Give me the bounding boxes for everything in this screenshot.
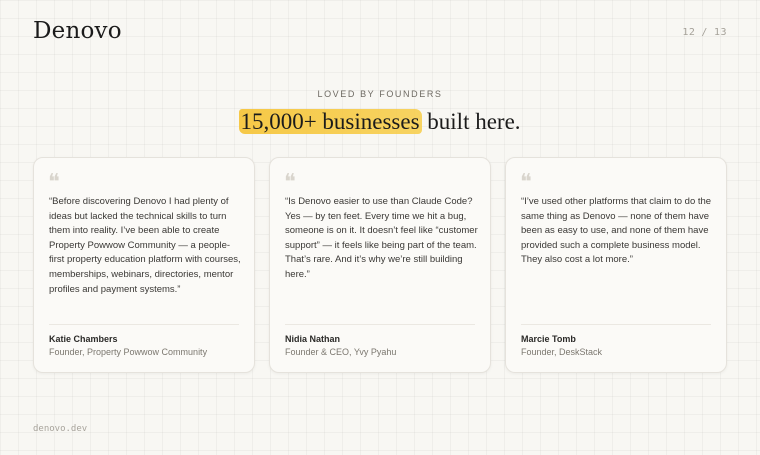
- card-divider: [49, 324, 239, 325]
- quote-icon: ❝: [48, 170, 60, 195]
- testimonial-card: ❝ “Before discovering Denovo I had plent…: [33, 157, 255, 373]
- testimonial-author: Katie Chambers: [49, 334, 118, 344]
- quote-icon: ❝: [520, 170, 532, 195]
- testimonial-role: Founder, DeskStack: [521, 347, 603, 357]
- testimonial-card: ❝ “I’ve used other platforms that claim …: [505, 157, 727, 373]
- brand-logo: Denovo: [33, 18, 122, 44]
- testimonial-card: ❝ “Is Denovo easier to use than Claude C…: [269, 157, 491, 373]
- testimonial-author: Marcie Tomb: [521, 334, 576, 344]
- section-headline: 15,000+ businesses built here.: [0, 109, 760, 135]
- testimonial-quote: “Before discovering Denovo I had plenty …: [49, 196, 241, 295]
- current-slide: 12: [682, 27, 696, 38]
- slide-counter: 12 / 13: [682, 27, 727, 38]
- headline-highlight: 15,000+ businesses: [239, 109, 422, 134]
- section-eyebrow: LOVED BY FOUNDERS: [317, 89, 443, 99]
- card-divider: [521, 324, 711, 325]
- testimonial-list: ❝ “Before discovering Denovo I had plent…: [33, 157, 727, 373]
- quote-icon: ❝: [284, 170, 296, 195]
- testimonial-quote: “I’ve used other platforms that claim to…: [521, 196, 712, 266]
- testimonial-role: Founder, Property Powwow Community: [49, 347, 208, 357]
- slide-separator: /: [701, 27, 708, 38]
- testimonial-author: Nidia Nathan: [285, 334, 341, 344]
- testimonial-quote: “Is Denovo easier to use than Claude Cod…: [285, 196, 478, 280]
- testimonial-role: Founder & CEO, Yvy Pyahu: [285, 347, 397, 357]
- footer-url: denovo.dev: [33, 424, 88, 434]
- total-slides: 13: [713, 27, 727, 38]
- card-divider: [285, 324, 475, 325]
- headline-rest: built here.: [421, 109, 521, 134]
